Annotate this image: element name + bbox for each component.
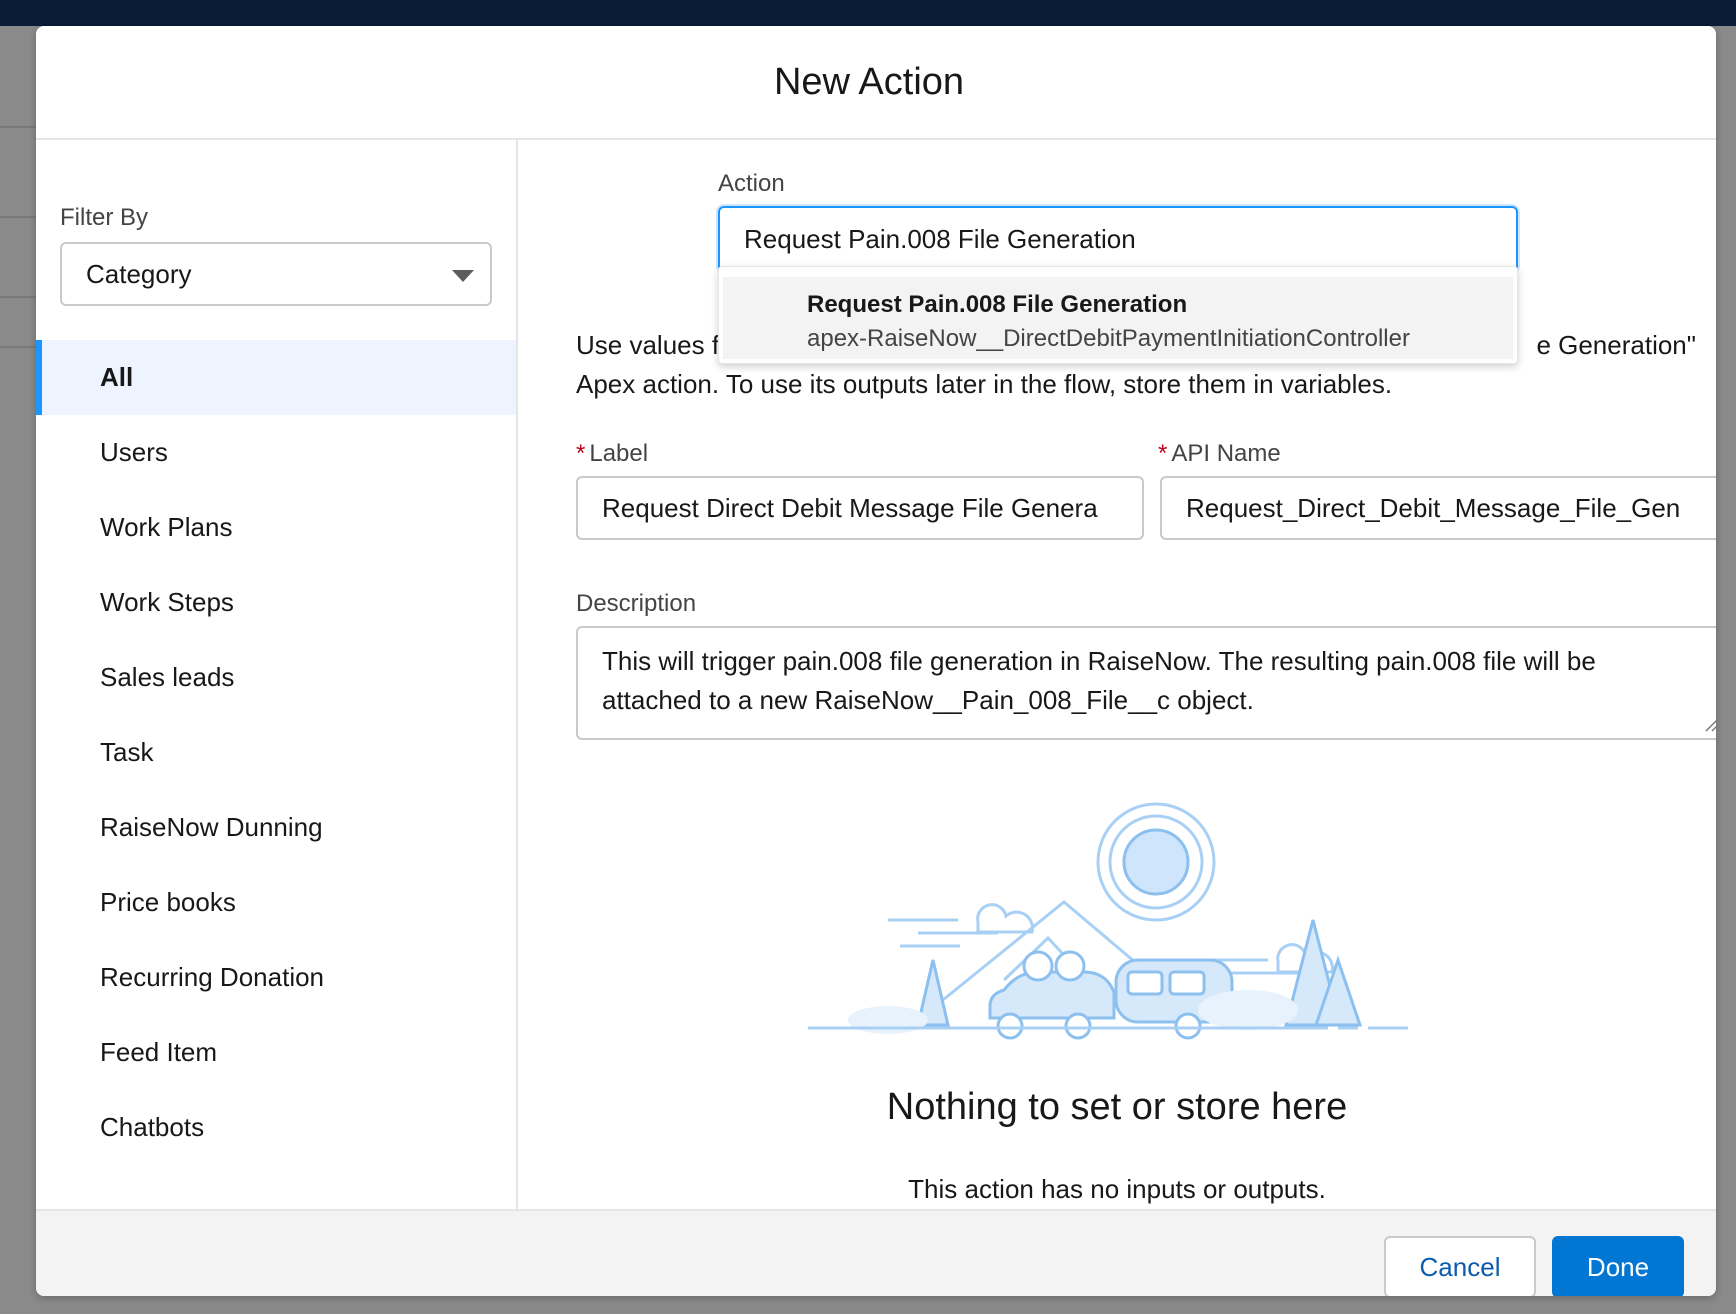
filter-sidebar: Filter By Category All Users Work Plans … [36, 140, 518, 1209]
label-field-label: * Label [576, 440, 649, 467]
description-label: Description [576, 590, 697, 617]
category-item-work-plans[interactable]: Work Plans [36, 490, 516, 565]
category-item-feed-item[interactable]: Feed Item [36, 1015, 516, 1090]
category-item-users[interactable]: Users [36, 415, 516, 490]
new-action-modal: New Action Filter By Category All Users … [36, 26, 1716, 1296]
category-item-sales-leads[interactable]: Sales leads [36, 640, 516, 715]
app-header-bar [0, 0, 1736, 26]
required-marker: * [1158, 440, 1168, 467]
category-item-all[interactable]: All [36, 340, 516, 415]
description-textarea[interactable]: This will trigger pain.008 file generati… [576, 626, 1716, 740]
action-search-value: Request Pain.008 File Generation [744, 223, 1136, 254]
helper-text-line1-end: e Generation" [1536, 330, 1696, 360]
resize-grip-icon[interactable] [1704, 716, 1716, 732]
required-marker: * [576, 440, 586, 467]
category-item-raisenow-dunning[interactable]: RaiseNow Dunning [36, 790, 516, 865]
action-suggestion-option[interactable]: Request Pain.008 File Generation apex-Ra… [723, 277, 1513, 359]
cancel-button[interactable]: Cancel [1384, 1236, 1536, 1296]
filter-by-label: Filter By [60, 204, 149, 231]
chevron-down-icon [452, 270, 474, 282]
suggestion-title: Request Pain.008 File Generation [807, 291, 1188, 318]
category-item-recurring-donation[interactable]: Recurring Donation [36, 940, 516, 1015]
modal-title: New Action [773, 60, 965, 103]
background-divider [0, 126, 36, 128]
action-suggestion-dropdown: Request Pain.008 File Generation apex-Ra… [718, 266, 1518, 364]
action-config-panel: Action Request Pain.008 File Generation … [518, 140, 1716, 1209]
done-button[interactable]: Done [1552, 1236, 1684, 1296]
category-item-price-books[interactable]: Price books [36, 865, 516, 940]
category-list: All Users Work Plans Work Steps Sales le… [36, 340, 516, 1165]
filter-by-select[interactable]: Category [60, 242, 492, 306]
helper-text-line2: Apex action. To use its outputs later in… [576, 369, 1393, 399]
background-divider [0, 216, 36, 218]
category-item-work-steps[interactable]: Work Steps [36, 565, 516, 640]
modal-header: New Action [36, 26, 1716, 140]
modal-footer: Cancel Done [36, 1209, 1716, 1296]
label-input-value: Request Direct Debit Message File Genera [602, 492, 1098, 523]
camping-illustration-icon [808, 802, 1428, 1040]
empty-state-subtitle: This action has no inputs or outputs. [908, 1174, 1326, 1204]
action-label: Action [718, 170, 785, 197]
api-name-input-value: Request_Direct_Debit_Message_File_Gen [1186, 492, 1681, 523]
background-divider [0, 296, 36, 298]
filter-by-value: Category [86, 258, 192, 289]
api-name-field-label: * API Name [1158, 440, 1281, 467]
empty-state-title: Nothing to set or store here [886, 1086, 1348, 1128]
category-item-chatbots[interactable]: Chatbots [36, 1090, 516, 1165]
action-search-input[interactable]: Request Pain.008 File Generation [718, 206, 1518, 272]
suggestion-subtitle: apex-RaiseNow__DirectDebitPaymentInitiat… [807, 325, 1410, 352]
label-input[interactable]: Request Direct Debit Message File Genera [576, 476, 1144, 540]
category-item-task[interactable]: Task [36, 715, 516, 790]
api-name-input[interactable]: Request_Direct_Debit_Message_File_Gen [1160, 476, 1716, 540]
description-value: This will trigger pain.008 file generati… [602, 646, 1596, 715]
background-divider [0, 346, 36, 348]
